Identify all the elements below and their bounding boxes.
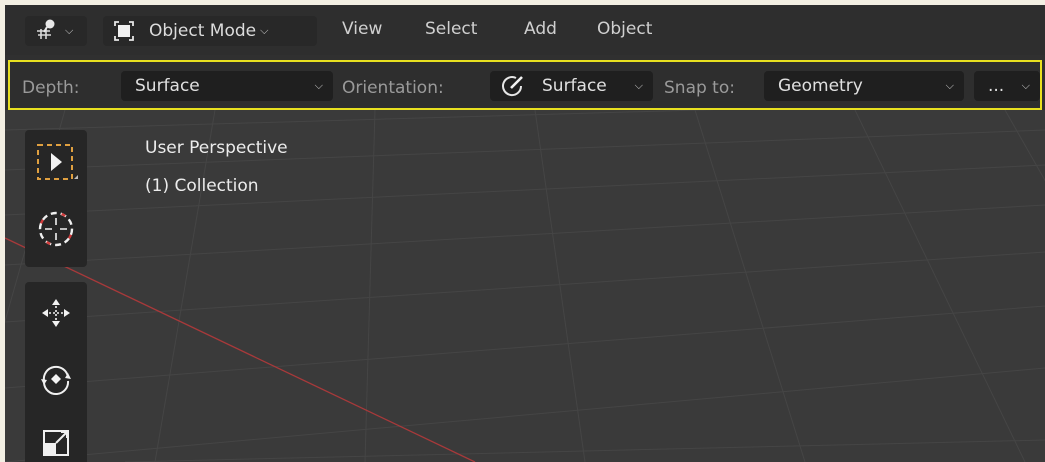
viewport-grid [5, 110, 1045, 462]
chevron-down-icon: ⌵ [1021, 79, 1030, 92]
snap-to-label: Snap to: [664, 78, 735, 98]
viewport-gizmo-icon [35, 18, 61, 45]
menu-object[interactable]: Object [597, 19, 652, 39]
tool-settings-bar: Depth: Surface ⌵ Orientation: Surface ⌵ … [8, 60, 1042, 110]
cursor-icon [36, 209, 76, 253]
editor-type-button[interactable]: ⌵ [25, 16, 87, 46]
toolbox-select-group [25, 130, 87, 267]
chevron-down-icon: ⌵ [65, 24, 74, 37]
menu-view[interactable]: View [342, 19, 382, 39]
snap-to-dropdown[interactable]: Geometry ⌵ [764, 71, 964, 101]
scale-tool[interactable] [25, 414, 87, 462]
orientation-value: Surface [542, 76, 607, 96]
more-options-dropdown[interactable]: ... ⌵ [974, 71, 1040, 101]
depth-label: Depth: [22, 78, 80, 98]
view-name: User Perspective [145, 138, 288, 158]
chevron-down-icon: ⌵ [260, 24, 269, 37]
collection-label: (1) Collection [145, 176, 259, 196]
3d-viewport[interactable]: User Perspective (1) Collection [5, 110, 1045, 462]
depth-value: Surface [135, 76, 200, 96]
rotate-icon [36, 359, 76, 403]
select-box-icon [34, 141, 78, 189]
more-options-value: ... [988, 76, 1005, 96]
cursor-tool[interactable] [25, 200, 87, 262]
orientation-surface-icon [500, 74, 526, 103]
mode-label: Object Mode [149, 21, 257, 41]
scale-icon [36, 423, 76, 462]
blender-window: ⌵ Object Mode ⌵ View Select Add Object D… [5, 5, 1045, 462]
menu-select[interactable]: Select [425, 19, 477, 39]
orientation-dropdown[interactable]: Surface ⌵ [490, 71, 653, 101]
chevron-down-icon: ⌵ [314, 79, 323, 92]
viewport-header: ⌵ Object Mode ⌵ View Select Add Object [5, 5, 1045, 55]
rotate-tool[interactable] [25, 350, 87, 412]
chevron-down-icon: ⌵ [945, 79, 954, 92]
object-mode-icon [113, 20, 135, 42]
orientation-label: Orientation: [342, 78, 444, 98]
move-tool[interactable] [25, 284, 87, 346]
mode-selector[interactable]: Object Mode ⌵ [103, 16, 317, 46]
menu-add[interactable]: Add [524, 19, 557, 39]
toolbox-transform-group [25, 282, 87, 462]
snap-to-value: Geometry [778, 76, 863, 96]
select-box-tool[interactable] [25, 134, 87, 196]
depth-dropdown[interactable]: Surface ⌵ [121, 71, 333, 101]
move-icon [36, 293, 76, 337]
chevron-down-icon: ⌵ [634, 79, 643, 92]
